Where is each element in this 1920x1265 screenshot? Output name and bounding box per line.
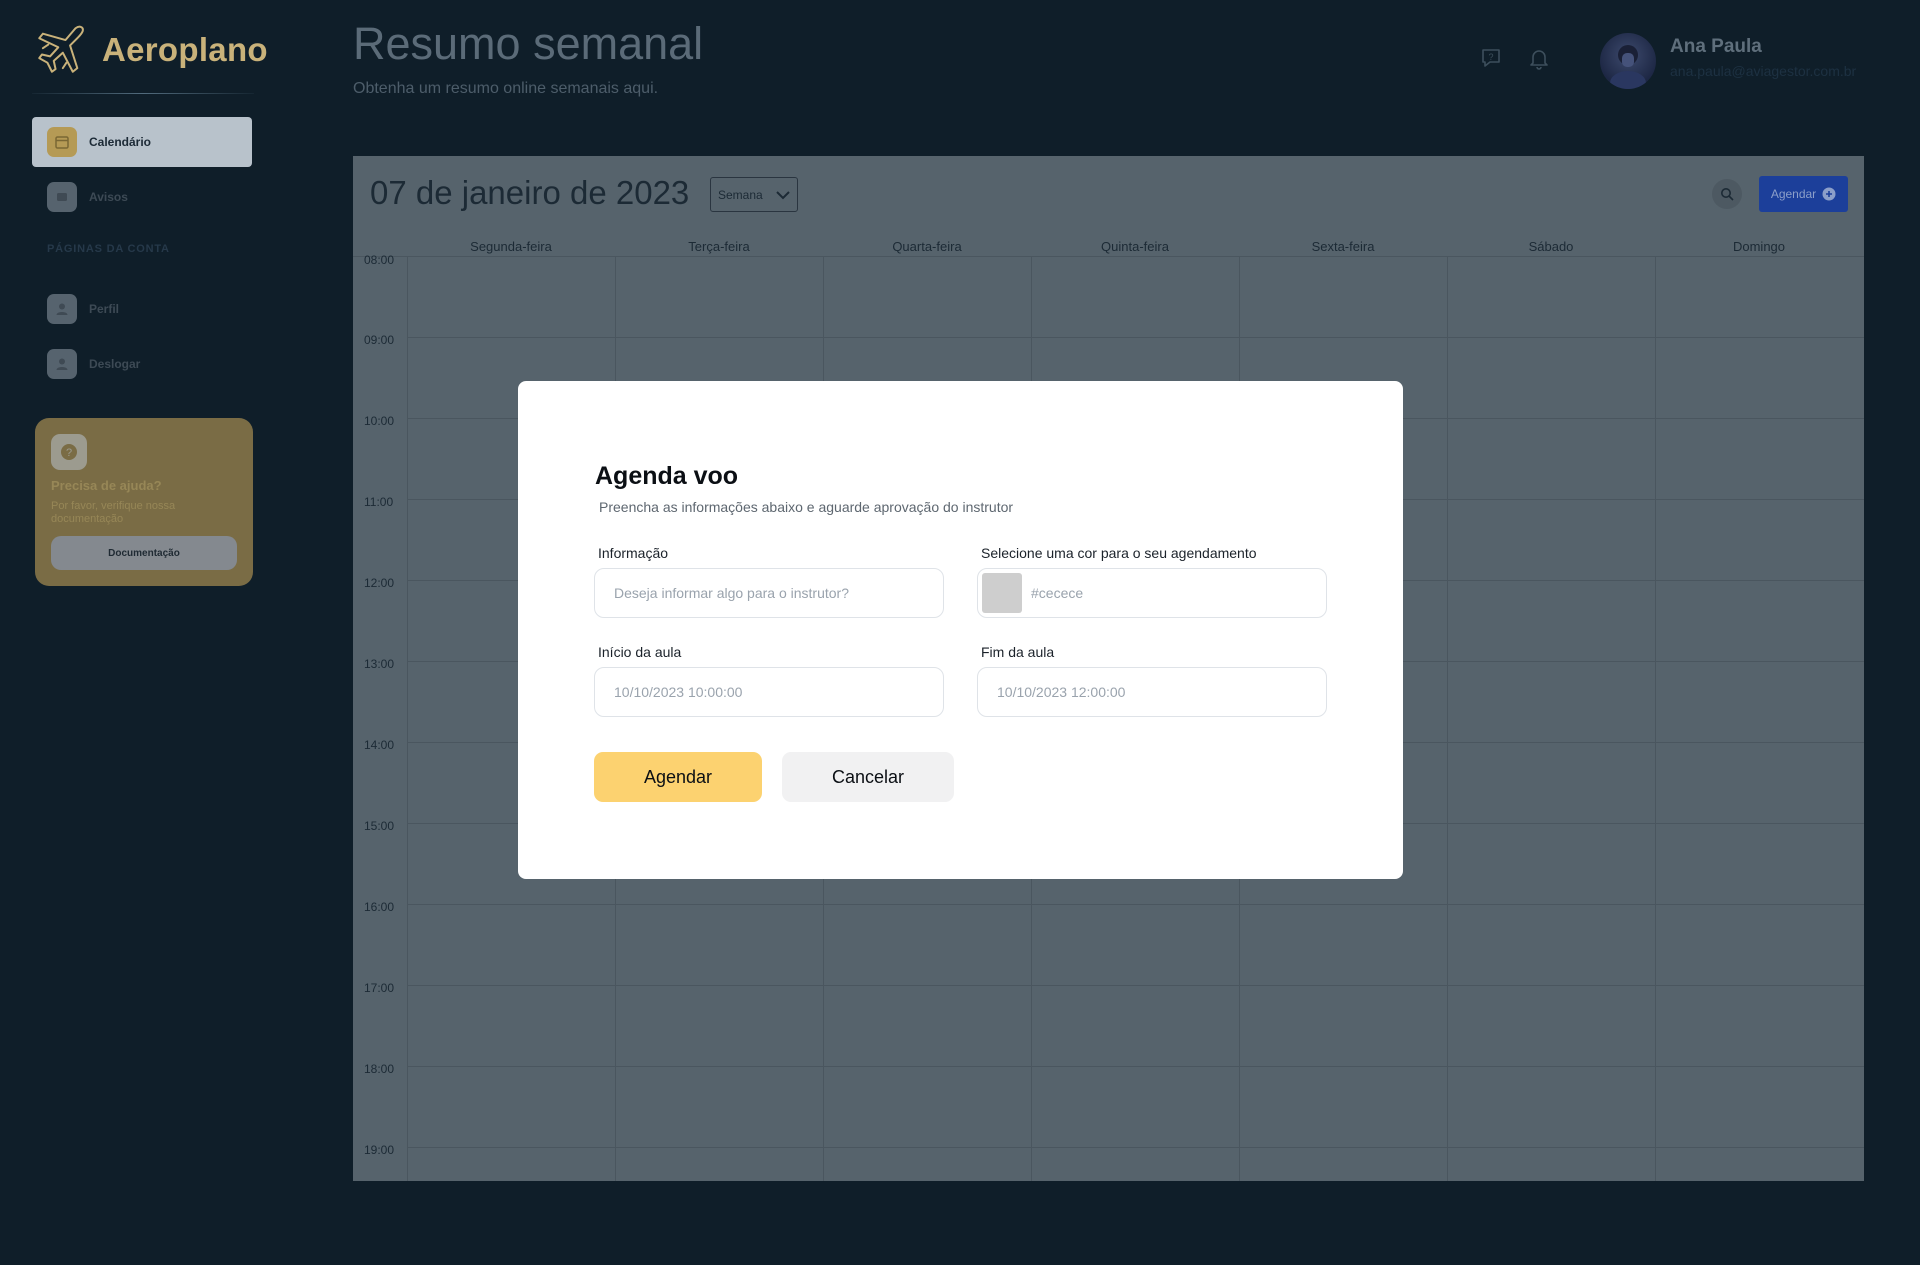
day-header: Sexta-feira: [1311, 239, 1375, 254]
color-swatch[interactable]: [982, 573, 1022, 613]
help-icon: ?: [51, 434, 87, 470]
chat-help-icon[interactable]: ?: [1477, 44, 1505, 72]
help-text: Por favor, verifique nossa documentação: [51, 500, 176, 525]
time-label: 14:00: [364, 738, 395, 752]
color-label: Selecione uma cor para o seu agendamento: [981, 545, 1257, 561]
modal-subtitle: Preencha as informações abaixo e aguarde…: [599, 499, 1014, 515]
info-input[interactable]: [614, 569, 943, 617]
time-label: 15:00: [364, 819, 395, 833]
user-icon: [47, 349, 77, 379]
day-header: Quarta-feira: [892, 239, 962, 254]
page-title: Resumo semanal: [353, 18, 704, 69]
search-button[interactable]: [1712, 179, 1742, 209]
grid-column-line: [1447, 256, 1448, 1181]
sidebar-item-avisos[interactable]: Avisos: [32, 172, 252, 222]
schedule-flight-modal: Agenda voo Preencha as informações abaix…: [518, 381, 1403, 879]
sidebar-item-calendario[interactable]: Calendário: [32, 117, 252, 167]
info-field[interactable]: [594, 568, 944, 618]
time-label: 12:00: [364, 576, 395, 590]
grid-row-line: [407, 337, 1864, 338]
schedule-button-label: Agendar: [1770, 187, 1817, 201]
bell-icon[interactable]: [1525, 44, 1553, 72]
user-icon: [47, 294, 77, 324]
svg-text:?: ?: [1488, 52, 1493, 62]
sidebar: Aeroplano Calendário Avisos PÁGINAS DA C…: [0, 0, 290, 1265]
schedule-button[interactable]: Agendar: [1759, 176, 1848, 212]
sidebar-item-label: Calendário: [89, 135, 152, 149]
time-label: 08:00: [364, 253, 395, 267]
grid-row-line: [407, 985, 1864, 986]
grid-column-line: [407, 256, 408, 1181]
search-icon: [1721, 188, 1734, 201]
end-field[interactable]: 10/10/2023 12:00:00: [977, 667, 1327, 717]
end-value: 10/10/2023 12:00:00: [997, 684, 1126, 700]
sidebar-item-label: Perfil: [89, 302, 120, 316]
grid-row-line: [407, 1066, 1864, 1067]
submit-button[interactable]: Agendar: [594, 752, 762, 802]
sidebar-item-perfil[interactable]: Perfil: [32, 284, 252, 334]
page-subtitle: Obtenha um resumo online semanais aqui.: [353, 80, 659, 97]
notice-icon: [47, 182, 77, 212]
user-name: Ana Paula: [1670, 36, 1762, 57]
help-title: Precisa de ajuda?: [51, 478, 162, 493]
modal-title: Agenda voo: [595, 462, 739, 490]
logo-divider: [32, 93, 254, 94]
sidebar-item-label: Deslogar: [89, 357, 141, 371]
time-label: 16:00: [364, 900, 395, 914]
grid-row-line: [407, 904, 1864, 905]
time-label: 10:00: [364, 414, 395, 428]
day-header: Quinta-feira: [1101, 239, 1169, 254]
day-header: Sábado: [1528, 239, 1574, 254]
app-logo[interactable]: Aeroplano: [32, 20, 268, 80]
documentation-button[interactable]: Documentação: [51, 536, 237, 570]
airplane-icon: [38, 25, 84, 73]
sidebar-item-deslogar[interactable]: Deslogar: [32, 339, 252, 389]
svg-text:?: ?: [66, 447, 72, 459]
day-header: Domingo: [1732, 239, 1786, 254]
day-header-divider: [353, 256, 1864, 257]
info-label: Informação: [598, 545, 669, 561]
end-label: Fim da aula: [981, 644, 1055, 660]
time-label: 13:00: [364, 657, 395, 671]
avatar[interactable]: [1600, 33, 1656, 89]
app-name: Aeroplano: [102, 31, 268, 68]
time-label: 09:00: [364, 333, 395, 347]
start-value: 10/10/2023 10:00:00: [614, 684, 743, 700]
sidebar-item-label: Avisos: [89, 190, 128, 204]
user-email: ana.paula@aviagestor.com.br: [1670, 63, 1857, 79]
day-header: Terça-feira: [688, 239, 750, 254]
help-card: ? Precisa de ajuda? Por favor, verifique…: [35, 418, 253, 586]
view-select[interactable]: Semana: [710, 177, 798, 212]
time-label: 18:00: [364, 1062, 395, 1076]
grid-row-line: [407, 1147, 1864, 1148]
calendar-icon: [47, 127, 77, 157]
time-label: 11:00: [364, 495, 394, 509]
grid-column-line: [1655, 256, 1656, 1181]
time-label: 17:00: [364, 981, 395, 995]
start-label: Início da aula: [598, 644, 682, 660]
section-title-account: PÁGINAS DA CONTA: [47, 243, 170, 255]
time-label: 19:00: [364, 1143, 395, 1157]
cancel-button[interactable]: Cancelar: [782, 752, 954, 802]
color-value: #cecece: [1031, 585, 1084, 601]
color-field[interactable]: #cecece: [977, 568, 1327, 618]
view-select-value: Semana: [718, 187, 763, 202]
day-header: Segunda-feira: [470, 239, 552, 254]
chevron-down-icon: [776, 190, 790, 199]
start-field[interactable]: 10/10/2023 10:00:00: [594, 667, 944, 717]
calendar-date: 07 de janeiro de 2023: [370, 174, 690, 211]
plus-circle-icon: [1822, 187, 1836, 201]
